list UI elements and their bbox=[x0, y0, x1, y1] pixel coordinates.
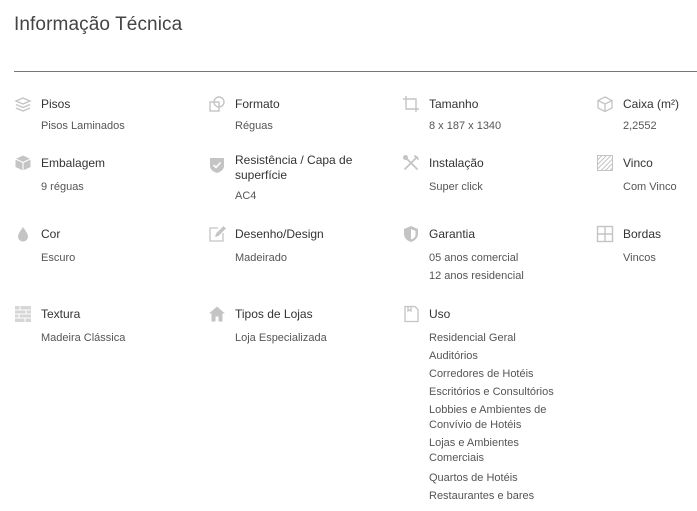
shield-icon bbox=[402, 225, 420, 243]
spec-value: Madeirado bbox=[235, 252, 287, 264]
spec-value: Super click bbox=[429, 181, 483, 193]
spec-label: Tamanho bbox=[429, 97, 479, 111]
spec-value: 8 x 187 x 1340 bbox=[429, 120, 502, 132]
spec-label: Vinco bbox=[623, 156, 653, 170]
spec-label: Uso bbox=[429, 307, 451, 321]
spec-value: Madeira Clássica bbox=[41, 332, 126, 344]
spec-value: Com Vinco bbox=[623, 181, 677, 193]
spec-label: Caixa (m²) bbox=[623, 97, 679, 111]
spec-label: Instalação bbox=[429, 156, 484, 170]
package-icon bbox=[14, 154, 32, 172]
spec-value: Vincos bbox=[623, 252, 656, 264]
spec-label: Tipos de Lojas bbox=[235, 307, 313, 321]
document-icon bbox=[402, 305, 420, 323]
tools-icon bbox=[402, 154, 420, 172]
spec-value: Restaurantes e bares bbox=[429, 490, 535, 502]
spec-label: Bordas bbox=[623, 227, 662, 241]
drop-icon bbox=[14, 225, 32, 243]
pencil-icon bbox=[208, 225, 226, 243]
page-title: Informação Técnica bbox=[14, 14, 183, 35]
spec-value: Lojas e Ambientes Comerciais bbox=[429, 437, 519, 464]
title-divider bbox=[14, 71, 697, 72]
shield-check-icon bbox=[208, 156, 226, 174]
spec-label: Resistência / Capa de superfície bbox=[235, 153, 353, 182]
spec-label: Textura bbox=[41, 307, 81, 321]
spec-value: 2,2552 bbox=[623, 120, 657, 132]
spec-label: Embalagem bbox=[41, 156, 106, 170]
spec-value: Pisos Laminados bbox=[41, 120, 125, 132]
spec-value: 12 anos residencial bbox=[429, 270, 524, 282]
spec-label: Formato bbox=[235, 97, 280, 111]
spec-value: Auditórios bbox=[429, 350, 478, 362]
house-icon bbox=[208, 305, 226, 323]
spec-label: Desenho/Design bbox=[235, 227, 324, 241]
spec-value: 05 anos comercial bbox=[429, 252, 519, 264]
hatch-icon bbox=[596, 154, 614, 172]
spec-value: Loja Especializada bbox=[235, 332, 327, 344]
texture-icon bbox=[14, 305, 32, 323]
spec-value: Escritórios e Consultórios bbox=[429, 386, 554, 398]
spec-value: Residencial Geral bbox=[429, 332, 516, 344]
spec-label: Pisos bbox=[41, 97, 71, 111]
spec-value: AC4 bbox=[235, 190, 257, 202]
spec-value: Corredores de Hotéis bbox=[429, 368, 534, 380]
shapes-icon bbox=[208, 95, 226, 113]
spec-value: 9 réguas bbox=[41, 181, 84, 193]
spec-value: Réguas bbox=[235, 120, 273, 132]
dimensions-icon bbox=[402, 95, 420, 113]
spec-value: Escuro bbox=[41, 252, 76, 264]
layers-icon bbox=[14, 95, 32, 113]
spec-value: Lobbies e Ambientes de Convívio de Hotéi… bbox=[429, 404, 547, 431]
spec-value: Quartos de Hotéis bbox=[429, 472, 518, 484]
box-icon bbox=[596, 95, 614, 113]
grid-icon bbox=[596, 225, 614, 243]
spec-label: Cor bbox=[41, 227, 61, 241]
spec-label: Garantia bbox=[429, 227, 476, 241]
